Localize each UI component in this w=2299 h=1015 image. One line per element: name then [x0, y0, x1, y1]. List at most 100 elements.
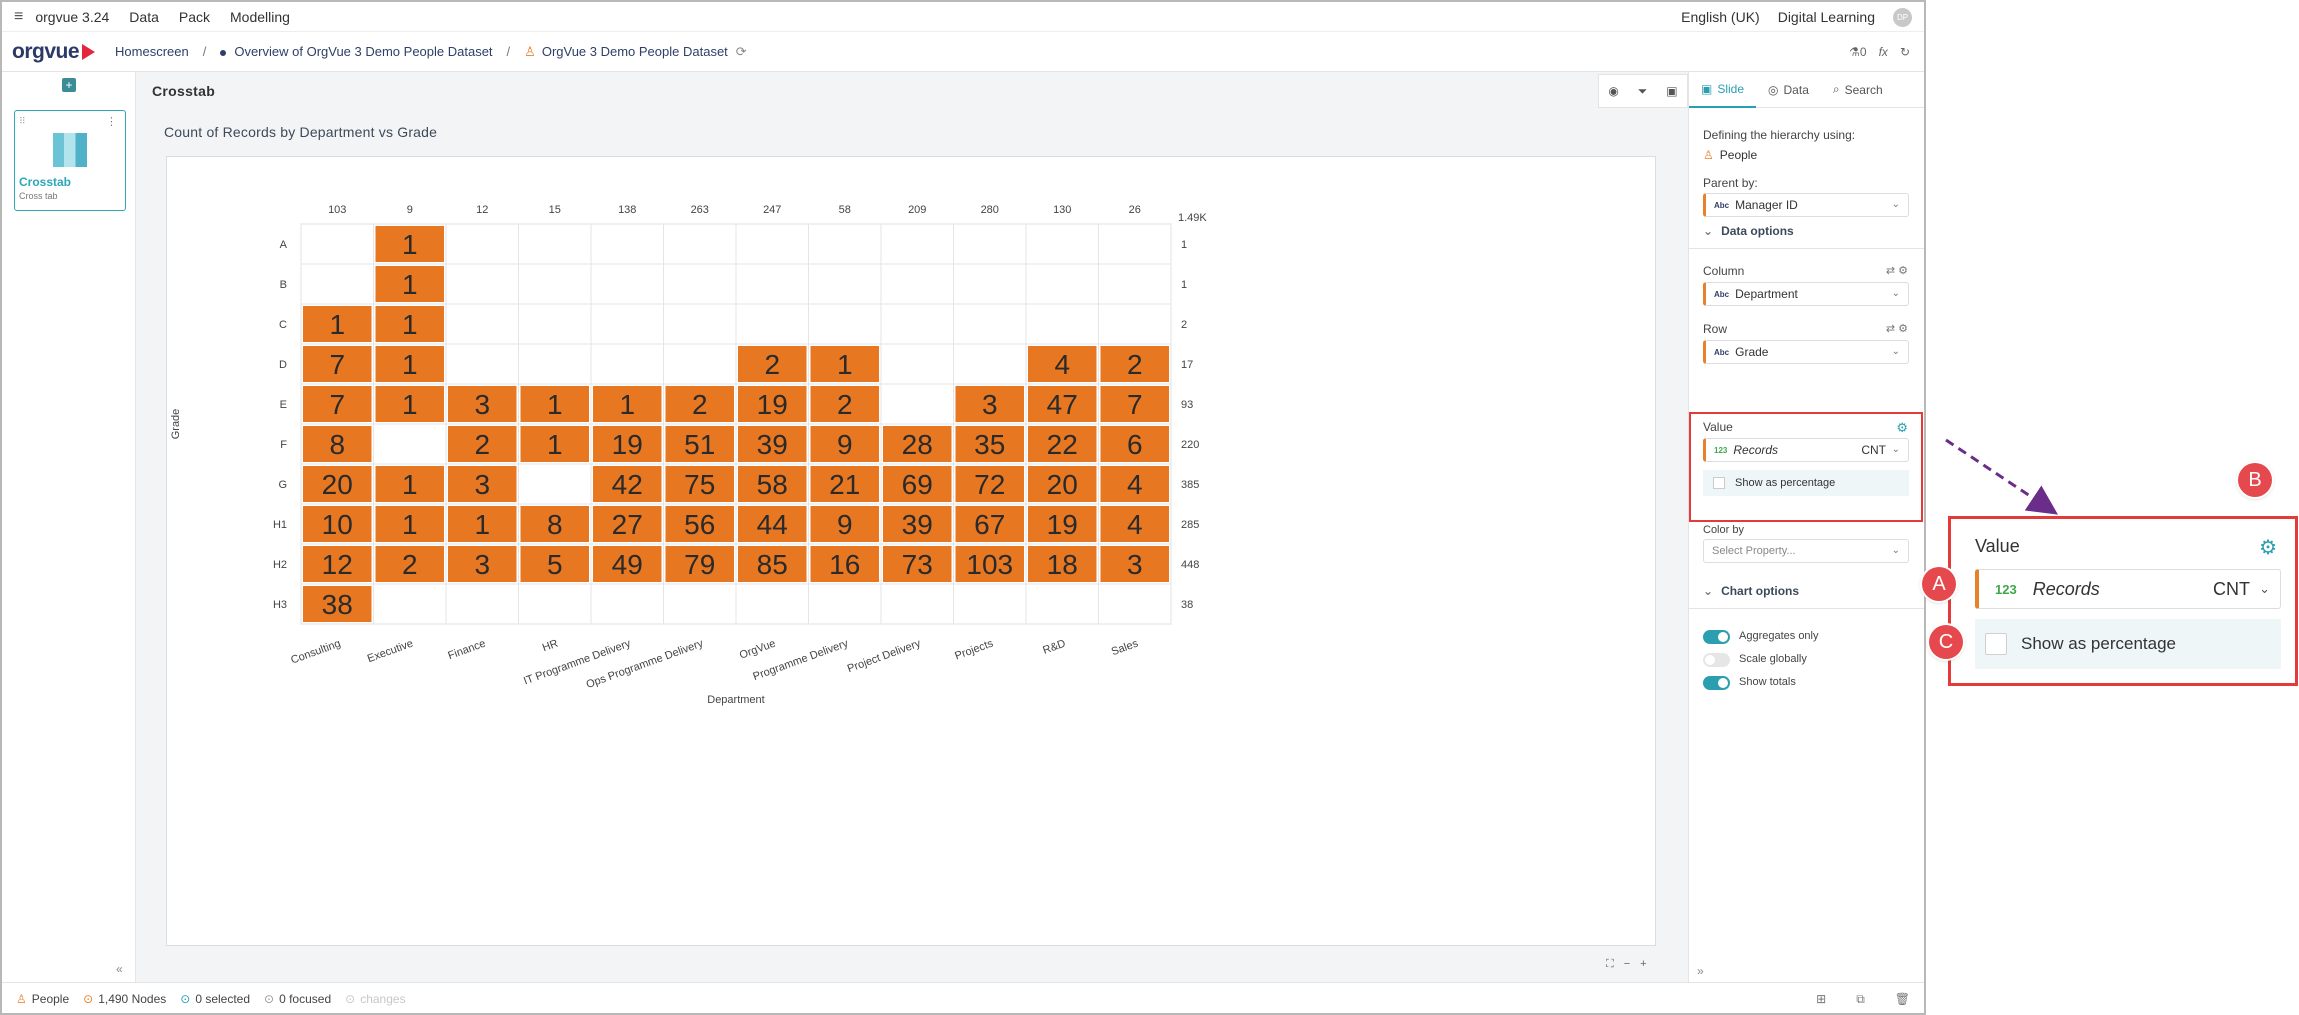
- slide-canvas: Crosstab ◉ ⏷ ▣ Count of Records by Depar…: [116, 72, 1688, 982]
- menu-modelling[interactable]: Modelling: [230, 9, 290, 25]
- breadcrumb-overview[interactable]: Overview of OrgVue 3 Demo People Dataset: [220, 44, 493, 59]
- zoom-show-percentage[interactable]: Show as percentage: [1975, 619, 2281, 669]
- color-by-select[interactable]: Select Property... ⌄: [1703, 539, 1909, 563]
- cell-value-label: 2: [402, 549, 418, 580]
- crosstab-thumbnail-icon: [53, 133, 87, 167]
- badge-b: B: [2238, 463, 2272, 497]
- column-total-label: 9: [407, 204, 413, 216]
- cell-value-label: 22: [1047, 429, 1078, 460]
- zoom-in-icon[interactable]: +: [1640, 958, 1646, 971]
- cell-value-label: 51: [684, 429, 715, 460]
- tab-data[interactable]: ◎ Data: [1756, 72, 1821, 108]
- nodes-status[interactable]: ⊙ 1,490 Nodes: [83, 992, 166, 1006]
- orgvue-logo[interactable]: orgvue: [12, 40, 96, 64]
- row-total-label: 2: [1181, 319, 1187, 331]
- cell-value-label: 3: [474, 549, 490, 580]
- add-slide-button[interactable]: +: [62, 78, 76, 92]
- expand-panel-icon[interactable]: »: [1697, 964, 1704, 978]
- drag-handle-icon[interactable]: ⠿: [19, 116, 26, 127]
- toggle-show-totals[interactable]: [1703, 676, 1730, 690]
- breadcrumb-dataset[interactable]: ♙ OrgVue 3 Demo People Dataset ⟳: [524, 44, 747, 60]
- menu-data[interactable]: Data: [129, 9, 159, 25]
- status-bar: ♙ People ⊙ 1,490 Nodes ⊙ 0 selected ⊙ 0 focu…: [2, 982, 1924, 1013]
- sync-icon[interactable]: ↻: [1900, 45, 1910, 59]
- zoom-out-icon[interactable]: −: [1624, 958, 1630, 971]
- data-options-header[interactable]: ⌄ Data options: [1703, 224, 1794, 238]
- show-percentage-checkbox[interactable]: Show as percentage: [1703, 470, 1909, 496]
- row-tick-label: B: [280, 279, 287, 291]
- checkbox-icon: [1713, 477, 1725, 489]
- row-select[interactable]: Abc Grade ⌄: [1703, 340, 1909, 364]
- cell-value-label: 6: [1127, 429, 1143, 460]
- palette-icon[interactable]: ◉: [1608, 84, 1618, 98]
- logo-triangle-icon: [82, 43, 96, 60]
- fullscreen-icon[interactable]: ⛶: [1606, 958, 1614, 971]
- cell-value-label: 79: [684, 549, 715, 580]
- duplicate-icon[interactable]: ⧉: [1856, 992, 1865, 1007]
- workspace-name[interactable]: Digital Learning: [1778, 9, 1875, 25]
- focused-status[interactable]: ⊙ 0 focused: [264, 992, 331, 1006]
- language-selector[interactable]: English (UK): [1681, 9, 1760, 25]
- grand-total-label: 1.49K: [1178, 212, 1207, 224]
- value-select[interactable]: 123 Records CNT ⌄: [1703, 438, 1909, 462]
- formula-icon[interactable]: fx: [1879, 45, 1888, 59]
- cell-value-label: 1: [474, 509, 490, 540]
- cell-value-label: 1: [402, 229, 418, 260]
- add-icon[interactable]: ⊞: [1816, 992, 1826, 1007]
- gear-icon[interactable]: ⚙: [2259, 535, 2277, 560]
- column-select[interactable]: Abc Department ⌄: [1703, 282, 1909, 306]
- column-total-label: 280: [981, 204, 999, 216]
- parent-label: Parent by:: [1703, 176, 1758, 190]
- column-total-label: 58: [839, 204, 851, 216]
- cell-value-label: 4: [1127, 509, 1143, 540]
- cell-value-label: 16: [829, 549, 860, 580]
- zoom-value-select[interactable]: 123 Records CNT ⌄: [1975, 569, 2281, 609]
- flask-icon[interactable]: ⚗0: [1849, 45, 1866, 59]
- chart-options-header[interactable]: ⌄ Chart options: [1703, 584, 1799, 598]
- tab-slide[interactable]: ▣ Slide: [1689, 72, 1757, 108]
- kebab-menu-icon[interactable]: ⋮: [106, 115, 117, 128]
- slide-title[interactable]: Crosstab: [152, 83, 215, 99]
- cell-value-label: 1: [402, 469, 418, 500]
- selected-status[interactable]: ⊙ 0 selected: [180, 992, 250, 1006]
- filter-icon[interactable]: ⏷: [1638, 84, 1648, 99]
- cell-value-label: 42: [612, 469, 643, 500]
- callout-arrow: [1945, 438, 2058, 515]
- value-gear-icon[interactable]: ⚙: [1896, 420, 1908, 436]
- chevron-down-icon: ⌄: [2259, 581, 2270, 596]
- selected-icon: ⊙: [180, 992, 191, 1006]
- nodes-icon: ⊙: [83, 992, 94, 1006]
- cell-value-label: 1: [547, 389, 563, 420]
- text-type-icon: Abc: [1714, 200, 1730, 210]
- row-total-label: 220: [1181, 439, 1199, 451]
- collapse-left-icon[interactable]: «: [116, 962, 123, 976]
- breadcrumb-homescreen[interactable]: Homescreen: [115, 44, 189, 59]
- chevron-down-icon: ⌄: [1891, 199, 1900, 210]
- comment-icon[interactable]: ▣: [1666, 84, 1677, 98]
- dataset-status[interactable]: ♙ People: [16, 992, 69, 1006]
- tab-search[interactable]: ⌕ Search: [1821, 72, 1895, 108]
- slide-thumbnail-crosstab[interactable]: ⠿ ⋮ Crosstab Cross tab: [14, 110, 126, 211]
- row-total-label: 285: [1181, 519, 1199, 531]
- toggle-scale-globally[interactable]: [1703, 653, 1730, 667]
- parent-by-select[interactable]: Abc Manager ID ⌄: [1703, 193, 1909, 217]
- hamburger-menu-icon[interactable]: ≡: [14, 8, 23, 26]
- row-swap-settings-icons[interactable]: ⇄ ⚙: [1886, 322, 1908, 335]
- cell-value-label: 58: [757, 469, 788, 500]
- cell-value-label: 19: [612, 429, 643, 460]
- row-total-label: 38: [1181, 599, 1193, 611]
- thumb-title: Crosstab: [19, 175, 72, 189]
- menu-pack[interactable]: Pack: [179, 9, 210, 25]
- user-avatar[interactable]: DP: [1893, 7, 1912, 27]
- y-axis-label: Grade: [170, 409, 182, 440]
- toggle-label: Aggregates only: [1739, 630, 1819, 642]
- hierarchy-value[interactable]: ♙ People: [1703, 148, 1757, 162]
- chevron-down-icon: ⌄: [1891, 545, 1900, 556]
- toggle-aggregates-only[interactable]: [1703, 630, 1730, 644]
- bullet-icon: [220, 50, 227, 56]
- trash-icon[interactable]: 🗑: [1895, 992, 1910, 1007]
- chevron-down-icon: ⌄: [1703, 584, 1714, 598]
- changes-status[interactable]: ⊙ changes: [345, 992, 405, 1006]
- column-swap-settings-icons[interactable]: ⇄ ⚙: [1886, 264, 1908, 277]
- slide-icon: ▣: [1701, 81, 1713, 96]
